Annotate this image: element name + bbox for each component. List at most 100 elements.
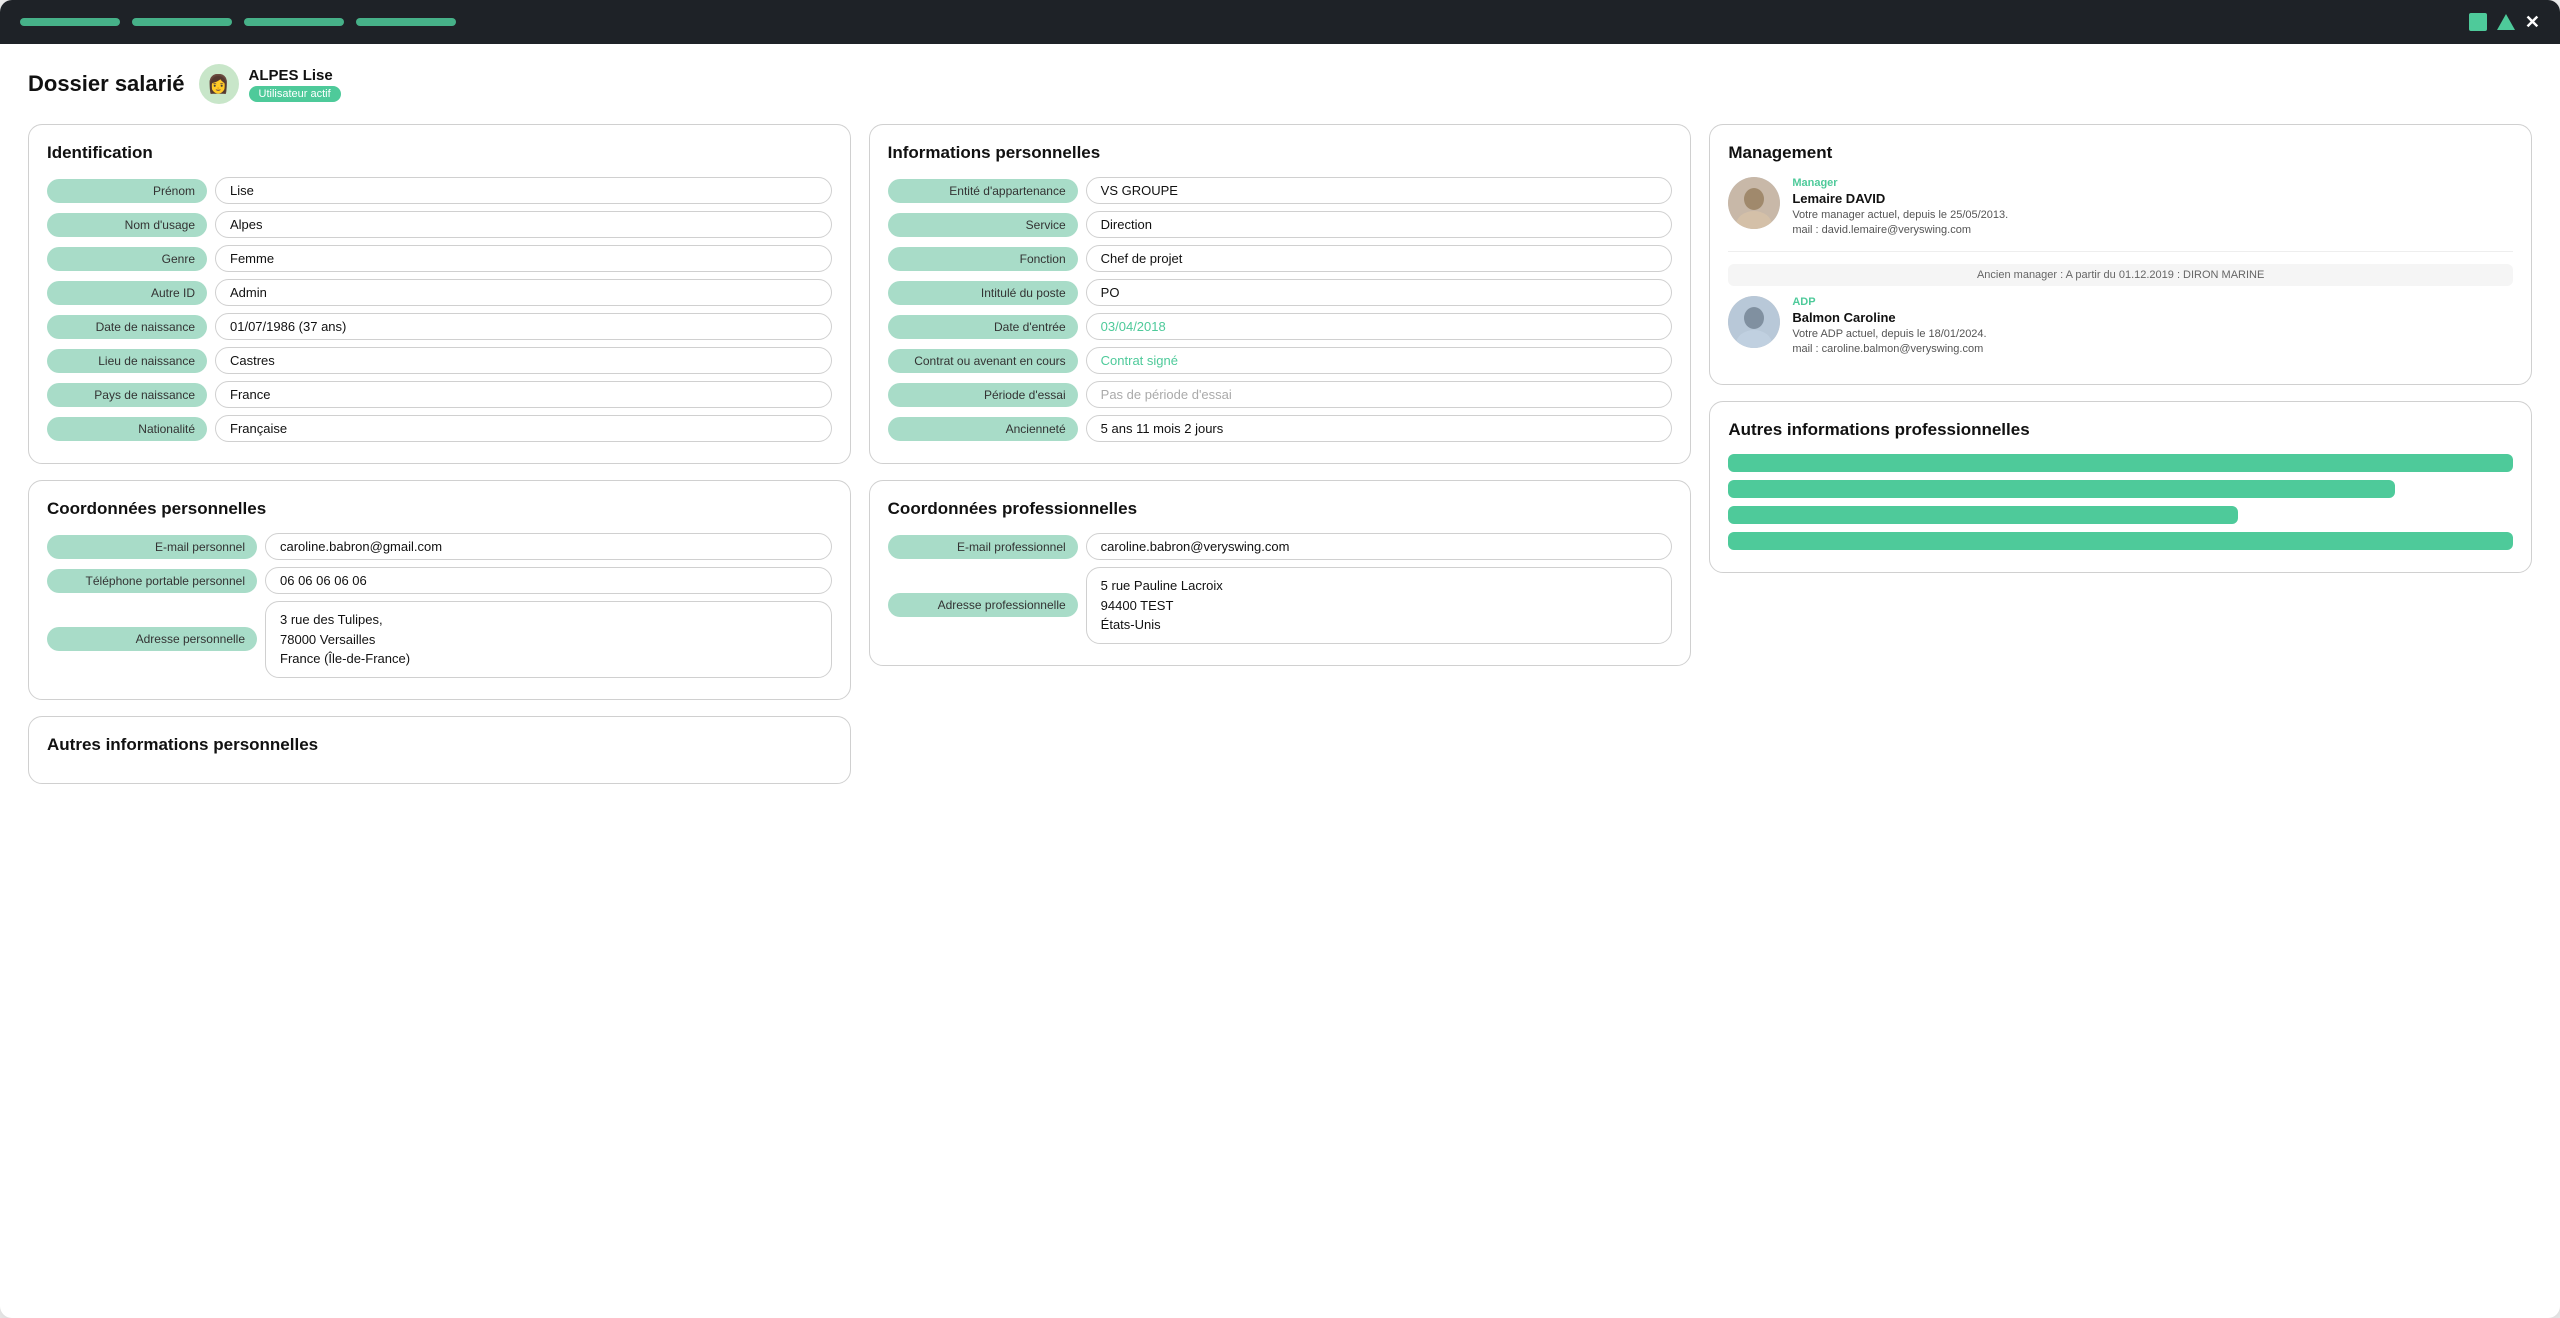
user-info: 👩 ALPES Lise Utilisateur actif — [199, 64, 341, 104]
avatar-emoji: 👩 — [207, 74, 229, 95]
user-badge: Utilisateur actif — [249, 86, 341, 102]
field-value: France — [215, 381, 832, 408]
field-row: Nationalité Française — [47, 415, 832, 442]
coordonnees-personnelles-card: Coordonnées personnelles E-mail personne… — [28, 480, 851, 700]
field-row: Ancienneté5 ans 11 mois 2 jours — [888, 415, 1673, 442]
coordonnees-personnelles-fields: E-mail personnel caroline.babron@gmail.co… — [47, 533, 832, 678]
field-label: Nationalité — [47, 417, 207, 441]
field-label: E-mail professionnel — [888, 535, 1078, 559]
manager-desc: Votre manager actuel, depuis le 25/05/20… — [1792, 208, 2513, 239]
field-value: Lise — [215, 177, 832, 204]
field-value: Française — [215, 415, 832, 442]
field-label: Pays de naissance — [47, 383, 207, 407]
field-row: Entité d'appartenance VS GROUPE — [888, 177, 1673, 204]
field-label: Service — [888, 213, 1078, 237]
field-label: Adresse professionnelle — [888, 593, 1078, 617]
main-grid: Identification Prénom Lise Nom d'usage Alpe… — [28, 124, 2532, 784]
field-row: Contrat ou avenant en cours Contrat signé — [888, 347, 1673, 374]
page-title: Dossier salarié — [28, 71, 185, 97]
field-row: Adresse professionnelle 5 rue Pauline Lac… — [888, 567, 1673, 644]
field-row: E-mail professionnel caroline.babron@very… — [888, 533, 1673, 560]
page-content: Dossier salarié 👩 ALPES Lise Utilisateur… — [0, 44, 2560, 804]
info-bar-2 — [1728, 480, 2395, 498]
minimize-icon[interactable] — [2469, 13, 2487, 31]
autres-info-personnelles-title: Autres informations personnelles — [47, 735, 832, 755]
management-title: Management — [1728, 143, 2513, 163]
mid-column: Informations personnelles Entité d'appar… — [869, 124, 1692, 666]
field-value: Alpes — [215, 211, 832, 238]
field-row: Nom d'usage Alpes — [47, 211, 832, 238]
titlebar-tab-1[interactable] — [20, 18, 120, 26]
field-label: Intitulé du poste — [888, 281, 1078, 305]
field-value: caroline.babron@gmail.com — [265, 533, 832, 560]
field-label: Date d'entrée — [888, 315, 1078, 339]
informations-personnelles-title: Informations personnelles — [888, 143, 1673, 163]
adp-avatar — [1728, 296, 1780, 348]
adp-role: ADP — [1792, 296, 2513, 308]
titlebar-tabs — [20, 18, 456, 26]
field-row: Adresse personnelle 3 rue des Tulipes, 78… — [47, 601, 832, 678]
close-icon[interactable]: ✕ — [2525, 12, 2540, 33]
field-label: Entité d'appartenance — [888, 179, 1078, 203]
field-label: Fonction — [888, 247, 1078, 271]
info-bar-4 — [1728, 532, 2513, 550]
field-label: Téléphone portable personnel — [47, 569, 257, 593]
field-value: 5 rue Pauline Lacroix 94400 TEST États-U… — [1086, 567, 1673, 644]
autres-info-professionnelles-card: Autres informations professionnelles — [1709, 401, 2532, 573]
manager-role: Manager — [1792, 177, 2513, 189]
titlebar-controls: ✕ — [2469, 12, 2540, 33]
field-label: Autre ID — [47, 281, 207, 305]
field-value: VS GROUPE — [1086, 177, 1673, 204]
field-value: 5 ans 11 mois 2 jours — [1086, 415, 1673, 442]
manager-avatar — [1728, 177, 1780, 229]
titlebar-tab-3[interactable] — [244, 18, 344, 26]
field-label: Adresse personnelle — [47, 627, 257, 651]
adp-name: Balmon Caroline — [1792, 310, 2513, 325]
adp-entry: ADP Balmon Caroline Votre ADP actuel, de… — [1728, 296, 2513, 370]
field-row: GenreFemme — [47, 245, 832, 272]
window: ✕ Dossier salarié 👩 ALPES Lise Utilisate… — [0, 0, 2560, 1318]
field-value: Pas de période d'essai — [1086, 381, 1673, 408]
user-name: ALPES Lise — [249, 67, 341, 84]
adp-desc: Votre ADP actuel, depuis le 18/01/2024.m… — [1792, 327, 2513, 358]
field-value: 01/07/1986 (37 ans) — [215, 313, 832, 340]
field-value: 06 06 06 06 06 — [265, 567, 832, 594]
titlebar: ✕ — [0, 0, 2560, 44]
field-value: caroline.babron@veryswing.com — [1086, 533, 1673, 560]
field-value: Femme — [215, 245, 832, 272]
coordonnees-personnelles-title: Coordonnées personnelles — [47, 499, 832, 519]
info-bar-3 — [1728, 506, 2238, 524]
page-header: Dossier salarié 👩 ALPES Lise Utilisateur… — [28, 64, 2532, 104]
coordonnees-professionnelles-fields: E-mail professionnel caroline.babron@very… — [888, 533, 1673, 644]
field-label: Contrat ou avenant en cours — [888, 349, 1078, 373]
field-row: Lieu de naissance Castres — [47, 347, 832, 374]
manager-info: Manager Lemaire DAVID Votre manager actu… — [1792, 177, 2513, 239]
user-details: ALPES Lise Utilisateur actif — [249, 67, 341, 102]
manager-entry: Manager Lemaire DAVID Votre manager actu… — [1728, 177, 2513, 252]
field-row: Téléphone portable personnel 06 06 06 06 … — [47, 567, 832, 594]
right-column: Management Manager Lemaire DAVID Votre m… — [1709, 124, 2532, 573]
field-row: Date d'entrée 03/04/2018 — [888, 313, 1673, 340]
titlebar-tab-4[interactable] — [356, 18, 456, 26]
field-value: 3 rue des Tulipes, 78000 Versailles Fran… — [265, 601, 832, 678]
field-row: Période d'essaiPas de période d'essai — [888, 381, 1673, 408]
field-row: ServiceDirection — [888, 211, 1673, 238]
field-value: 03/04/2018 — [1086, 313, 1673, 340]
coordonnees-professionnelles-card: Coordonnées professionnelles E-mail prof… — [869, 480, 1692, 666]
field-row: Date de naissance01/07/1986 (37 ans) — [47, 313, 832, 340]
field-label: E-mail personnel — [47, 535, 257, 559]
field-label: Prénom — [47, 179, 207, 203]
field-row: Pays de naissance France — [47, 381, 832, 408]
management-content: Manager Lemaire DAVID Votre manager actu… — [1728, 177, 2513, 370]
field-value: Contrat signé — [1086, 347, 1673, 374]
maximize-icon[interactable] — [2497, 14, 2515, 30]
field-label: Lieu de naissance — [47, 349, 207, 373]
adp-info: ADP Balmon Caroline Votre ADP actuel, de… — [1792, 296, 2513, 358]
field-value: Castres — [215, 347, 832, 374]
field-label: Nom d'usage — [47, 213, 207, 237]
informations-personnelles-card: Informations personnelles Entité d'appar… — [869, 124, 1692, 464]
titlebar-tab-2[interactable] — [132, 18, 232, 26]
avatar: 👩 — [199, 64, 239, 104]
identification-title: Identification — [47, 143, 832, 163]
old-manager-notice: Ancien manager : A partir du 01.12.2019 … — [1728, 264, 2513, 286]
